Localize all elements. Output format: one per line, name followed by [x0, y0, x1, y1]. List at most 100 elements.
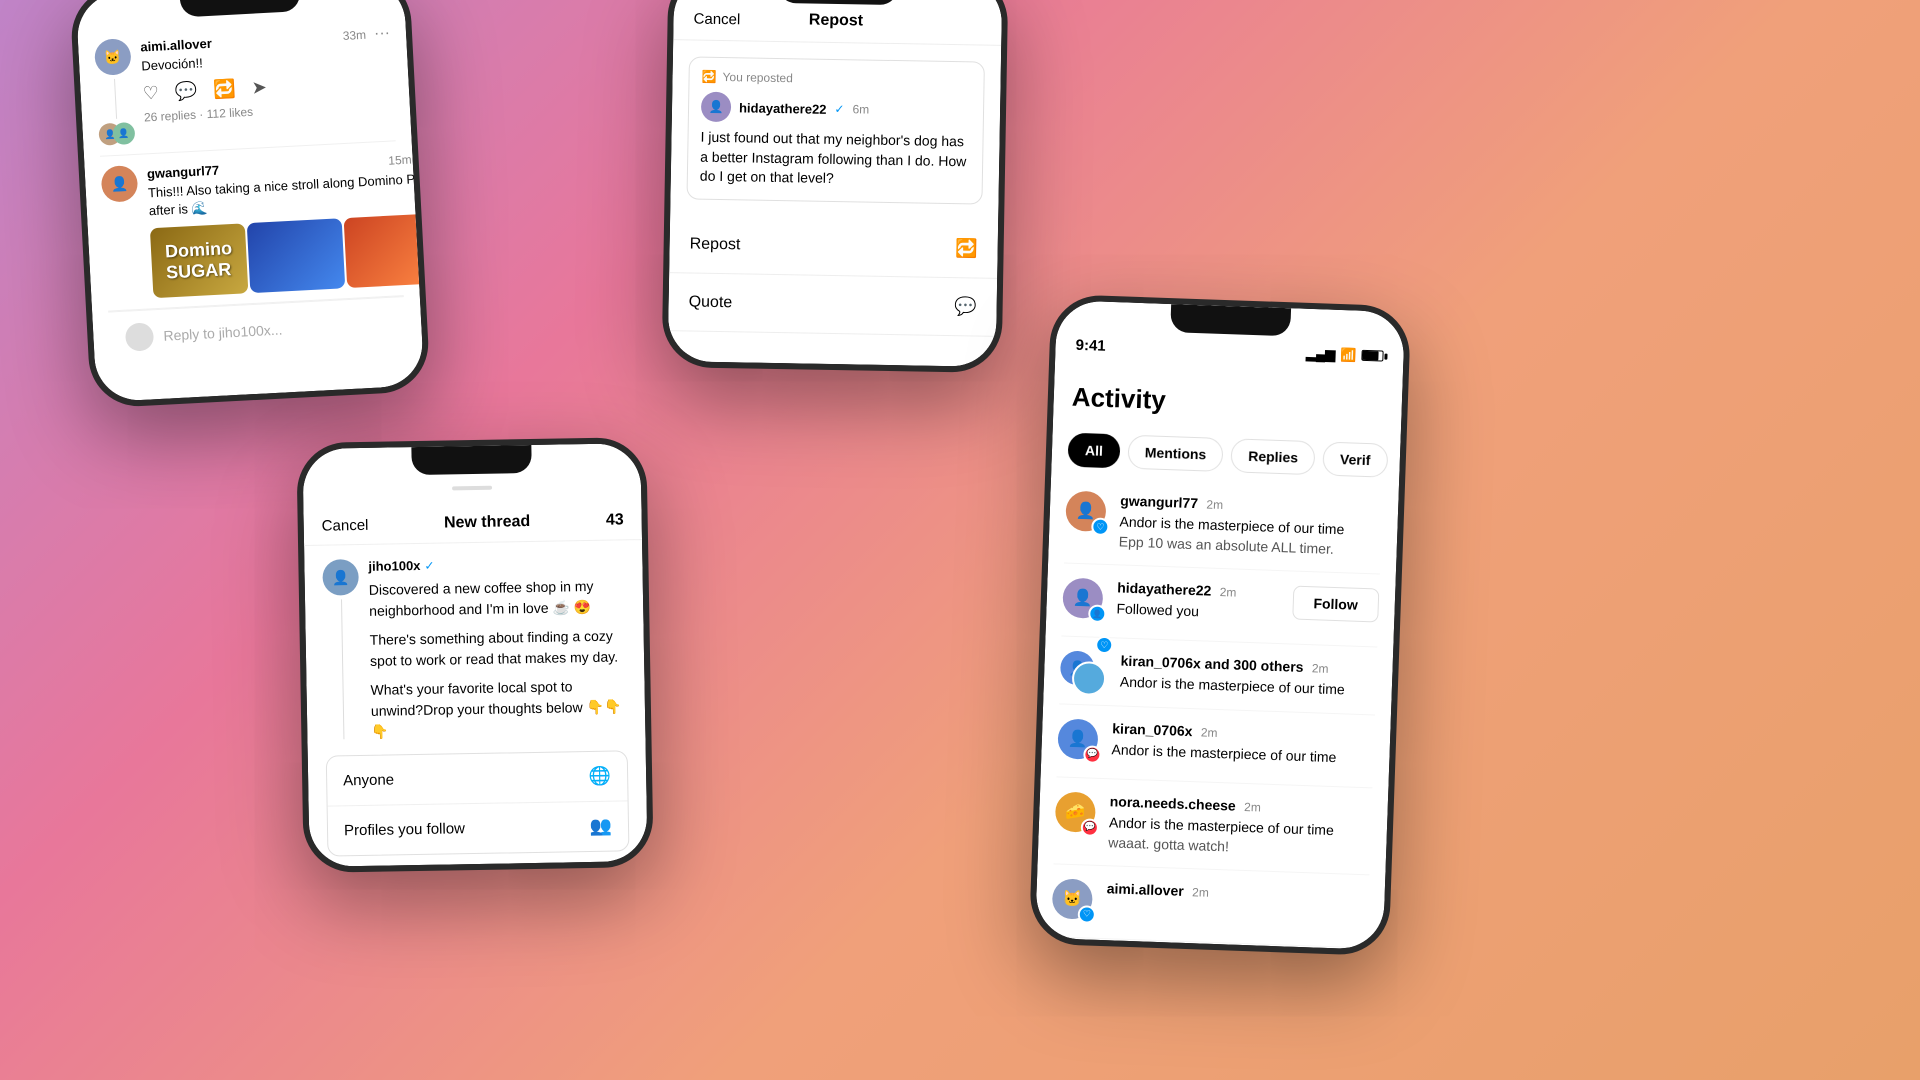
share-button[interactable]: ➤ [251, 77, 267, 99]
repost-username: hidayathere22 [739, 100, 827, 117]
audience-options: Anyone 🌐 Profiles you follow 👥 [326, 750, 630, 856]
activity-info-nora: nora.needs.cheese 2m Andor is the master… [1108, 793, 1372, 860]
repost-button[interactable]: 🔁 [213, 79, 236, 101]
activity-badge-red-nora: 💬 [1081, 818, 1100, 837]
thread-post-1: 🐱 👤 👤 aimi.allover 33m ··· [93, 14, 395, 156]
username-gwang: gwangurl77 [147, 162, 220, 181]
composer-header: Cancel New thread 43 [303, 497, 642, 546]
tab-all[interactable]: All [1067, 433, 1120, 469]
activity-username-kiran: kiran_0706x [1112, 720, 1193, 739]
activity-badge-red: 💬 [1083, 745, 1102, 764]
char-count: 43 [606, 511, 624, 529]
repost-action-button[interactable]: Repost 🔁 [669, 215, 998, 279]
composer-text-3[interactable]: What's your favorite local spot to unwin… [370, 675, 627, 742]
audience-profiles-follow[interactable]: Profiles you follow 👥 [328, 801, 629, 855]
composer-post: 👤 jiho100x ✓ Discovered a new coffee sho… [322, 554, 627, 743]
activity-info-kiran: kiran_0706x 2m Andor is the masterpiece … [1111, 720, 1374, 767]
tab-verified[interactable]: Verif [1322, 442, 1388, 478]
reply-images: DominoSUGAR [150, 214, 425, 299]
phone-activity: 9:41 ▂▄▆ 📶 Activity All Mentions Replies… [1029, 294, 1411, 956]
activity-badge-follow: 👤 [1088, 605, 1107, 624]
more-button-gwang[interactable]: ··· [419, 149, 424, 168]
reply-avatar [125, 323, 154, 352]
activity-time-gwang: 2m [1206, 497, 1223, 512]
composer-text-1[interactable]: Discovered a new coffee shop in my neigh… [369, 575, 626, 621]
phone-repost-modal: 👤 hidayathere22 6m ··· I just found out … [662, 0, 1009, 373]
activity-username-nora: nora.needs.cheese [1110, 793, 1237, 813]
activity-time-kiran: 2m [1201, 725, 1218, 740]
composer-avatar: 👤 [322, 559, 359, 596]
activity-avatar-hidayat: 👤 👤 [1062, 578, 1108, 624]
activity-item-nora: 🧀 💬 nora.needs.cheese 2m Andor is the ma… [1054, 777, 1373, 875]
avatar-aimi: 🐱 [94, 38, 132, 76]
comment-button[interactable]: 💬 [174, 81, 197, 103]
verified-icon: ✓ [424, 558, 434, 572]
activity-item-kiran: 👤 💬 kiran_0706x 2m Andor is the masterpi… [1057, 704, 1375, 788]
you-reposted-label: 🔁 You reposted [701, 70, 971, 89]
globe-icon: 🌐 [589, 766, 612, 787]
activity-time-kiran-others: 2m [1312, 662, 1329, 677]
activity-text-hidayat: Followed you [1116, 600, 1282, 624]
reply-input[interactable]: Reply to jiho100x... [163, 322, 283, 344]
badge-blue-kiran: ♡ [1095, 636, 1114, 655]
image-orange [344, 214, 425, 289]
activity-avatar-gwang: 👤 ♡ [1065, 491, 1111, 537]
status-time: 9:41 [1075, 337, 1106, 355]
composer-username: jiho100x [368, 558, 420, 574]
avatar-gwang: 👤 [101, 165, 139, 203]
activity-avatar-aimi-activity: 🐱 ♡ [1052, 878, 1098, 924]
activity-username-aimi-activity: aimi.allover [1106, 880, 1184, 899]
anyone-label: Anyone [343, 771, 394, 789]
time-aimi: 33m [342, 28, 366, 43]
like-button[interactable]: ♡ [142, 83, 159, 105]
activity-username-kiran-others: kiran_0706x and 300 others [1120, 653, 1303, 675]
repost-action-label: Repost [690, 235, 741, 254]
activity-title: Activity [1071, 382, 1384, 424]
quote-action-button[interactable]: Quote 💬 [668, 273, 997, 337]
activity-info-gwang: gwangurl77 2m Andor is the masterpiece o… [1119, 492, 1383, 559]
quote-icon: 💬 [954, 296, 977, 317]
repost-preview-card: 🔁 You reposted 👤 hidayathere22 ✓ 6m I ju… [686, 57, 984, 205]
activity-time-nora: 2m [1244, 800, 1261, 815]
signal-icon: ▂▄▆ [1306, 345, 1336, 362]
wifi-icon: 📶 [1340, 347, 1357, 364]
notch [411, 445, 531, 475]
phone-composer: Cancel New thread 43 👤 jiho100x ✓ D [296, 437, 653, 873]
reply-avatars: 👤 👤 [98, 122, 135, 146]
repost-icon: 🔁 [955, 238, 978, 259]
battery-icon [1361, 350, 1383, 362]
activity-avatar-kiran: 👤 💬 [1057, 718, 1103, 764]
modal-cancel-button[interactable]: Cancel [693, 10, 740, 28]
modal-header: Cancel Repost [673, 0, 1002, 46]
quote-action-label: Quote [689, 293, 733, 312]
composer-text-2[interactable]: There's something about finding a cozy s… [370, 625, 627, 671]
tab-replies[interactable]: Replies [1231, 438, 1316, 475]
tab-mentions[interactable]: Mentions [1127, 435, 1224, 472]
modal-title: Repost [809, 12, 864, 31]
username-aimi: aimi.allover [140, 35, 212, 54]
people-icon: 👥 [589, 816, 612, 837]
cancel-button[interactable]: Cancel [322, 516, 369, 534]
activity-info-hidayat: hidayathere22 2m Followed you [1116, 580, 1283, 624]
notch [1170, 304, 1291, 336]
follow-button[interactable]: Follow [1292, 586, 1379, 623]
activity-avatar-nora: 🧀 💬 [1055, 791, 1101, 837]
modal-handle [452, 486, 492, 491]
activity-text-kiran: Andor is the masterpiece of our time [1111, 740, 1373, 767]
activity-badge-blue-aimi: ♡ [1078, 905, 1097, 924]
activity-time-hidayat: 2m [1220, 585, 1237, 600]
activity-badge-blue: ♡ [1091, 517, 1110, 536]
status-icons: ▂▄▆ 📶 [1306, 345, 1384, 364]
activity-info-aimi: aimi.allover 2m [1106, 880, 1368, 907]
repost-modal-sheet: Cancel Repost 🔁 You reposted 👤 hidayathe… [668, 0, 1003, 367]
activity-double-avatar-kiran: 👤 ♡ [1061, 651, 1111, 653]
audience-anyone[interactable]: Anyone 🌐 [327, 751, 628, 806]
composer-title: New thread [444, 513, 531, 533]
verified-icon: ✓ [834, 102, 844, 116]
time-gwang: 15m [388, 153, 412, 168]
repost-time: 6m [852, 103, 869, 117]
activity-item-gwang: 👤 ♡ gwangurl77 2m Andor is the masterpie… [1064, 477, 1383, 575]
composer-body: 👤 jiho100x ✓ Discovered a new coffee sho… [304, 540, 648, 867]
more-button-aimi[interactable]: ··· [374, 24, 391, 43]
activity-info-kiran-others: kiran_0706x and 300 others 2m Andor is t… [1120, 653, 1377, 700]
